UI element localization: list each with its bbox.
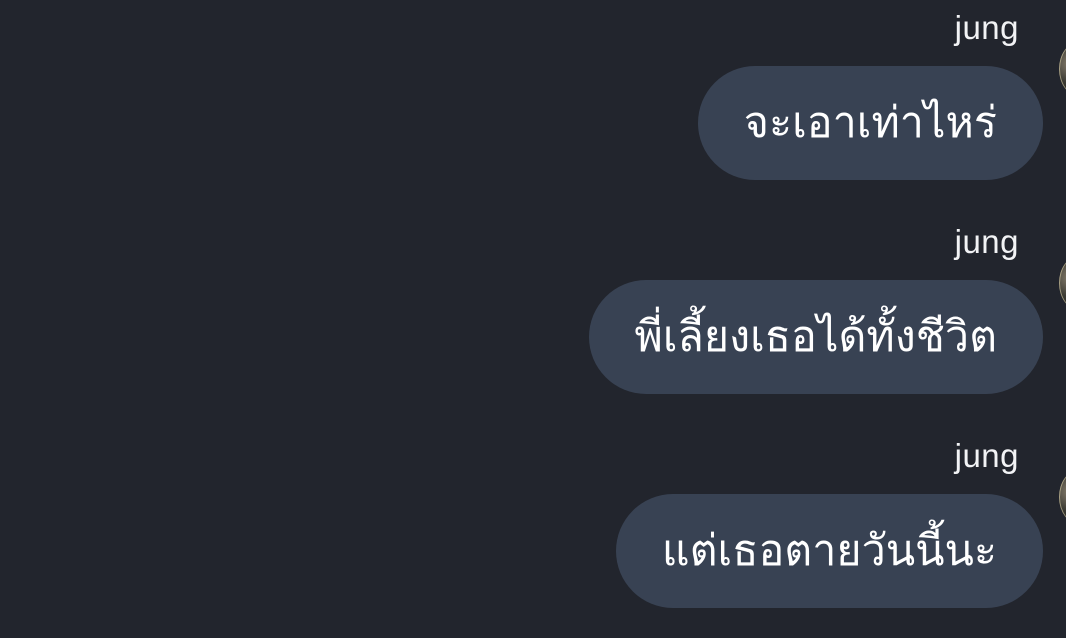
sender-name: jung [954, 223, 1019, 260]
avatar[interactable] [1059, 470, 1066, 524]
avatar[interactable] [1059, 42, 1066, 96]
message-bubble[interactable]: พี่เลี้ยงเธอได้ทั้งชีวิต [588, 280, 1043, 394]
message-row: jung จะเอาเท่าไหร่ [0, 8, 1066, 208]
chat-thread: jung จะเอาเท่าไหร่ jung พี่เลี้ยงเธอได้ท… [0, 0, 1066, 638]
message-bubble[interactable]: จะเอาเท่าไหร่ [697, 66, 1043, 180]
sender-name: jung [954, 9, 1019, 46]
message-bubble[interactable]: แต่เธอตายวันนี้นะ [615, 494, 1043, 608]
message-row: jung แต่เธอตายวันนี้นะ [0, 436, 1066, 636]
sender-name: jung [954, 437, 1019, 474]
avatar[interactable] [1059, 256, 1066, 310]
message-row: jung พี่เลี้ยงเธอได้ทั้งชีวิต [0, 222, 1066, 422]
